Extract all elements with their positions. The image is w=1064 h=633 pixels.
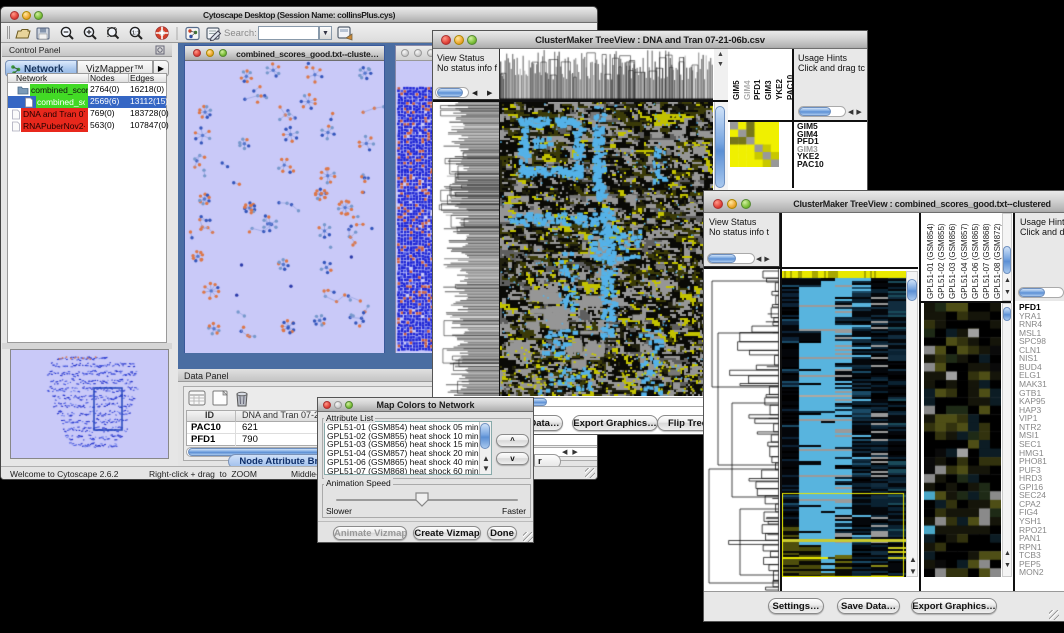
svg-text:1:1: 1:1	[132, 31, 140, 37]
